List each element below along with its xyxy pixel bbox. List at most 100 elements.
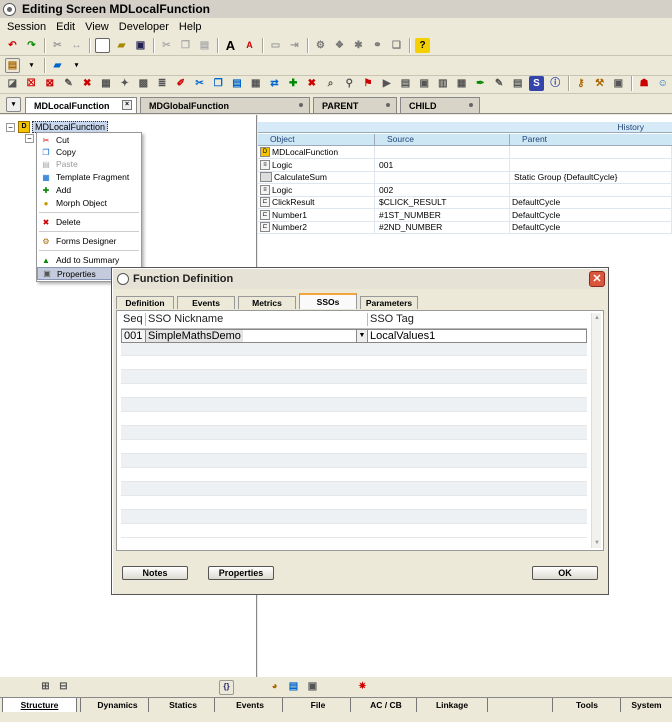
stop-icon[interactable]: ⊠ — [42, 76, 57, 91]
tab-events[interactable]: Events — [177, 296, 235, 309]
redo-icon[interactable]: ↷ — [24, 38, 39, 53]
close-icon[interactable]: ✕ — [589, 271, 605, 287]
vertical-scrollbar[interactable]: ▲ ▼ — [591, 313, 601, 548]
history-header[interactable]: History — [258, 122, 672, 133]
copy-object-icon[interactable]: ❐ — [211, 76, 226, 91]
tab-parent[interactable]: PARENT — [313, 97, 397, 113]
arrows-icon[interactable]: ↔ — [69, 38, 84, 53]
forms-icon[interactable]: ▦ — [99, 76, 114, 91]
dropdown-arrow-icon[interactable]: ▾ — [69, 58, 84, 73]
tab-file[interactable]: File — [282, 698, 354, 713]
collapse-icon[interactable]: − — [6, 122, 15, 132]
tab-ssos[interactable]: SSOs — [299, 293, 357, 309]
tabs-dropdown-icon[interactable]: ▾ — [6, 97, 21, 112]
table-icon[interactable]: ▦ — [248, 76, 263, 91]
properties-icon[interactable]: ▣ — [417, 76, 432, 91]
notes-button[interactable]: Notes — [122, 566, 188, 580]
s-icon[interactable]: S — [529, 76, 544, 91]
panel-icon[interactable]: ▣ — [305, 680, 320, 695]
font-increase-icon[interactable]: A — [223, 38, 238, 53]
font-decrease-icon[interactable]: A — [242, 38, 257, 53]
tab-linkage[interactable]: Linkage — [416, 698, 488, 713]
tab-ac-cb[interactable]: AC / CB — [350, 698, 422, 713]
tab-mdlocalfunction[interactable]: MDLocalFunction × — [25, 97, 137, 113]
hammer-icon[interactable]: ⚒ — [592, 76, 607, 91]
remove-icon[interactable]: ✖ — [80, 76, 95, 91]
save-layout-icon[interactable]: ▣ — [611, 76, 626, 91]
scroll-down-icon[interactable]: ▼ — [592, 538, 602, 548]
palette-icon[interactable]: ◕ — [267, 680, 282, 695]
menu-item-add[interactable]: ✚ Add — [37, 184, 141, 196]
tab-dynamics[interactable]: Dynamics — [80, 698, 155, 713]
braces-icon[interactable]: {} — [219, 679, 234, 695]
column-source[interactable]: Source — [375, 134, 510, 146]
table-row[interactable]: D MDLocalFunction — [258, 146, 672, 159]
tab-child[interactable]: CHILD — [400, 97, 480, 113]
menu-item-copy[interactable]: ❐ Copy — [37, 146, 141, 158]
table-row[interactable]: ⊏ Number1 #1ST_NUMBER DefaultCycle — [258, 209, 672, 222]
ok-button[interactable]: OK — [532, 566, 598, 580]
column-sso-nickname[interactable]: SSO Nickname — [146, 313, 368, 326]
copy-icon[interactable]: ❐ — [178, 38, 193, 53]
user-icon[interactable]: ☺ — [655, 76, 670, 91]
bookmark-icon[interactable]: ◪ — [5, 76, 20, 91]
new-file-icon[interactable] — [95, 38, 110, 53]
chevron-down-icon[interactable]: ▼ — [356, 330, 367, 342]
menu-edit[interactable]: Edit — [51, 21, 80, 33]
save-icon[interactable]: ▣ — [133, 38, 148, 53]
edit-icon[interactable]: ✎ — [61, 76, 76, 91]
menu-item-morph-object[interactable]: ● Morph Object — [37, 197, 141, 209]
brush-icon[interactable]: ✐ — [173, 76, 188, 91]
group-icon[interactable]: ⚙ — [313, 38, 328, 53]
search-icon[interactable]: ⌕ — [323, 76, 338, 91]
objects-icon[interactable]: ❏ — [389, 38, 404, 53]
tab-system[interactable]: System — [620, 698, 672, 713]
menu-view[interactable]: View — [80, 21, 114, 33]
zoom-icon[interactable]: ⚲ — [342, 76, 357, 91]
table-row[interactable]: CalculateSum Static Group {DefaultCycle} — [258, 171, 672, 184]
close-tab-icon[interactable]: × — [122, 100, 132, 110]
scissors-disabled-icon[interactable]: ✂ — [50, 38, 65, 53]
form-icon[interactable]: ▦ — [454, 76, 469, 91]
open-folder-icon[interactable]: ▰ — [114, 38, 129, 53]
sso-nickname-select[interactable]: SimpleMathsDemo ▼ — [146, 329, 368, 343]
menu-item-forms-designer[interactable]: ⚙ Forms Designer — [37, 235, 141, 247]
menu-help[interactable]: Help — [174, 21, 207, 33]
tab-structure[interactable]: Structure — [2, 698, 77, 713]
table-row[interactable]: ⊏ Number2 #2ND_NUMBER DefaultCycle — [258, 221, 672, 234]
document-icon[interactable]: ▤ — [398, 76, 413, 91]
table-row[interactable]: ≡ Logic 002 — [258, 184, 672, 197]
debug-icon[interactable]: ✷ — [355, 680, 370, 695]
tab-events[interactable]: Events — [214, 698, 286, 713]
tab-metrics[interactable]: Metrics — [238, 296, 296, 309]
cut-object-icon[interactable]: ✂ — [192, 76, 207, 91]
pen-icon[interactable]: ✒ — [473, 76, 488, 91]
tools-icon[interactable]: ✱ — [351, 38, 366, 53]
layers-icon[interactable]: ❖ — [332, 38, 347, 53]
sso-tag-input[interactable]: LocalValues1 — [368, 329, 587, 343]
undo-icon[interactable]: ↶ — [5, 38, 20, 53]
key-icon[interactable]: ⚷ — [574, 76, 589, 91]
column-sso-tag[interactable]: SSO Tag — [368, 313, 587, 326]
pencil-icon[interactable]: ✎ — [492, 76, 507, 91]
link-icon[interactable]: ⚭ — [370, 38, 385, 53]
menu-session[interactable]: Session — [2, 21, 51, 33]
grid-icon[interactable]: ▩ — [136, 76, 151, 91]
remove-node-icon[interactable]: ⊟ — [56, 680, 71, 695]
scroll-up-icon[interactable]: ▲ — [592, 313, 602, 323]
menu-item-paste[interactable]: ▤ Paste — [37, 158, 141, 170]
properties-button[interactable]: Properties — [208, 566, 274, 580]
forward-icon[interactable]: ⇥ — [287, 38, 302, 53]
table-row[interactable]: ⊏ ClickResult $CLICK_RESULT DefaultCycle — [258, 196, 672, 209]
remove-x-icon[interactable]: ✖ — [305, 76, 320, 91]
print-icon[interactable]: ▤ — [286, 680, 301, 695]
menu-item-cut[interactable]: ✂ Cut — [37, 134, 141, 146]
menu-item-delete[interactable]: ✖ Delete — [37, 216, 141, 228]
tab-parameters[interactable]: Parameters — [360, 296, 418, 309]
add-node-icon[interactable]: ⊞ — [38, 680, 53, 695]
move-icon[interactable]: ⇄ — [267, 76, 282, 91]
panel-icon[interactable]: ▥ — [436, 76, 451, 91]
paste-icon[interactable]: ▤ — [197, 38, 212, 53]
column-seq[interactable]: Seq — [121, 313, 146, 326]
help-icon[interactable]: ? — [415, 38, 430, 53]
